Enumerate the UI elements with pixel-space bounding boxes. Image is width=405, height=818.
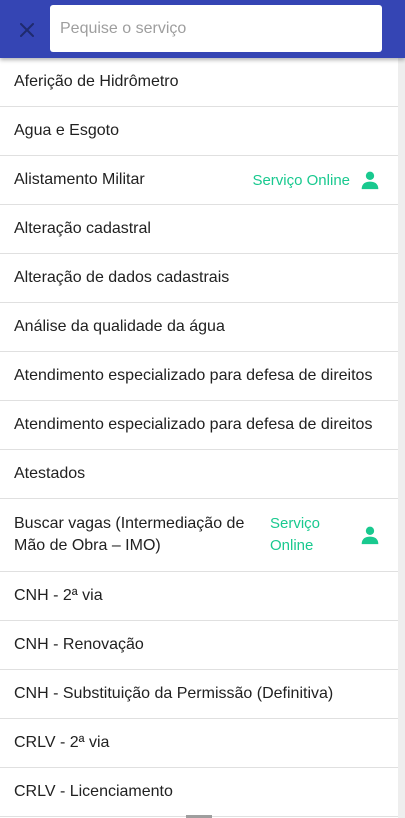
service-name: Atendimento especializado para defesa de… xyxy=(14,416,373,433)
user-icon xyxy=(361,526,379,545)
service-name: CNH - Renovação xyxy=(14,636,144,653)
service-name: Alteração de dados cadastrais xyxy=(14,269,230,286)
service-name: Alteração cadastral xyxy=(14,220,151,237)
service-name: Atestados xyxy=(14,465,86,482)
service-name: Buscar vagas (Intermediação de Mão de Ob… xyxy=(14,515,245,554)
service-name: Análise da qualidade da água xyxy=(14,318,225,335)
scroll-edge xyxy=(398,58,405,818)
list-item[interactable]: CNH - Renovação xyxy=(0,621,398,670)
list-item[interactable]: CRLV - Licenciamento xyxy=(0,768,398,817)
list-item[interactable]: CRLV - 2ª via xyxy=(0,719,398,768)
close-icon xyxy=(20,23,34,37)
service-name: Alistamento Militar xyxy=(14,171,145,188)
list-item[interactable]: Aferição de Hidrômetro xyxy=(0,58,398,107)
search-box xyxy=(50,5,382,52)
online-label: Serviço Online xyxy=(270,515,321,554)
list-item[interactable]: Alteração cadastral xyxy=(0,205,398,254)
list-item[interactable]: Alteração de dados cadastrais xyxy=(0,254,398,303)
online-badge: Serviço Online xyxy=(252,170,398,190)
user-icon xyxy=(361,171,379,190)
online-badge: Serviço Online xyxy=(270,513,398,557)
service-name: CRLV - Licenciamento xyxy=(14,783,173,800)
service-name: CNH - 2ª via xyxy=(14,587,103,604)
app-header xyxy=(0,0,405,58)
service-name: Aferição de Hidrômetro xyxy=(14,73,179,90)
service-name: Agua e Esgoto xyxy=(14,122,119,139)
list-item[interactable]: Atendimento especializado para defesa de… xyxy=(0,401,398,450)
close-button[interactable] xyxy=(13,16,41,44)
service-name: CRLV - 2ª via xyxy=(14,734,110,751)
list-item[interactable]: Agua e Esgoto xyxy=(0,107,398,156)
list-item[interactable]: CNH - 2ª via xyxy=(0,572,398,621)
list-item[interactable]: Alistamento Militar Serviço Online xyxy=(0,156,398,205)
online-label: Serviço Online xyxy=(252,171,350,189)
search-input[interactable] xyxy=(50,5,382,52)
list-item[interactable]: Buscar vagas (Intermediação de Mão de Ob… xyxy=(0,499,398,572)
list-item[interactable]: Atestados xyxy=(0,450,398,499)
service-list: Aferição de Hidrômetro Agua e Esgoto Ali… xyxy=(0,58,398,817)
list-item[interactable]: Atendimento especializado para defesa de… xyxy=(0,352,398,401)
service-name: Atendimento especializado para defesa de… xyxy=(14,367,373,384)
list-item[interactable]: Análise da qualidade da água xyxy=(0,303,398,352)
list-item[interactable]: CNH - Substituição da Permissão (Definit… xyxy=(0,670,398,719)
service-name: CNH - Substituição da Permissão (Definit… xyxy=(14,685,334,702)
